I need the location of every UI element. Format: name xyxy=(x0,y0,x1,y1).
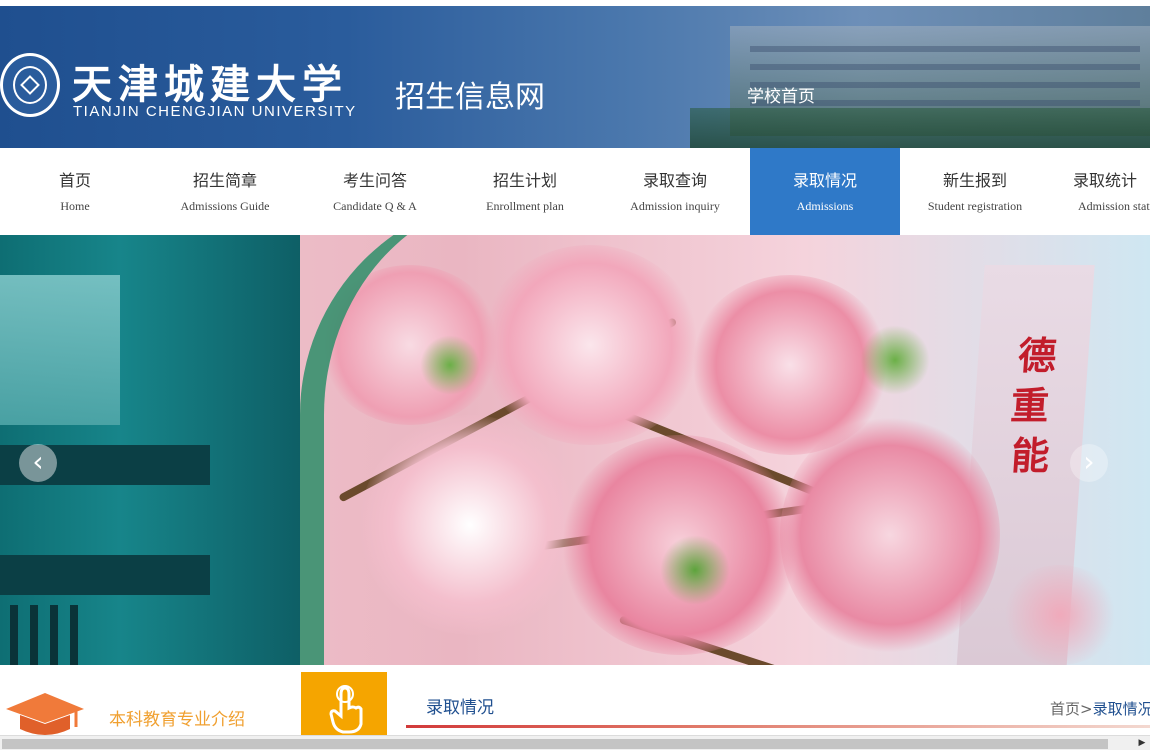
university-seal-icon[interactable] xyxy=(0,53,60,117)
sign-char: 能 xyxy=(1009,433,1051,478)
pointing-hand-icon xyxy=(329,685,363,734)
section-divider xyxy=(406,725,1150,728)
nav-item-home[interactable]: 首页 Home xyxy=(0,148,150,235)
hero-carousel[interactable]: 德 重 能 ‹ › xyxy=(0,235,1150,665)
carousel-prev-button[interactable]: ‹ xyxy=(19,444,57,482)
section-title: 录取情况 xyxy=(426,698,494,718)
nav-label-cn: 首页 xyxy=(58,171,91,190)
nav-item-candidate-qa[interactable]: 考生问答 Candidate Q & A xyxy=(300,148,450,235)
carousel-next-button[interactable]: › xyxy=(1070,444,1108,482)
main-nav: 首页 Home 招生简章 Admissions Guide 考生问答 Candi… xyxy=(0,148,1150,235)
content-section: 本科教育专业介绍 录取情况 首页>录取情况 xyxy=(0,665,1150,735)
nav-item-enrollment-plan[interactable]: 招生计划 Enrollment plan xyxy=(450,148,600,235)
site-header: 天津城建大学 TIANJIN CHENGJIAN UNIVERSITY 招生信息… xyxy=(0,6,1150,148)
breadcrumb-home-link[interactable]: 首页 xyxy=(1050,700,1080,718)
nav-label-cn: 招生简章 xyxy=(192,171,257,190)
nav-label-en: Candidate Q & A xyxy=(333,199,417,213)
nav-label-en: Admission statist xyxy=(1078,199,1150,213)
university-name-cn[interactable]: 天津城建大学 xyxy=(72,52,348,110)
major-intro-link[interactable]: 本科教育专业介绍 xyxy=(109,705,245,730)
arch-railing xyxy=(300,235,560,665)
nav-label-cn: 招生计划 xyxy=(492,171,557,190)
nav-label-en: Admissions Guide xyxy=(180,199,270,213)
sign-char: 德 xyxy=(1016,333,1058,378)
nav-label-cn: 录取情况 xyxy=(792,171,857,190)
site-title: 招生信息网 xyxy=(395,80,545,115)
nav-label-en: Admissions xyxy=(796,199,854,213)
nav-label-en: Admission inquiry xyxy=(630,199,720,213)
nav-label-cn: 录取统计 xyxy=(1072,171,1137,190)
nav-label-cn: 新生报到 xyxy=(942,171,1007,190)
sign-char: 重 xyxy=(1009,383,1051,428)
quick-access-button[interactable] xyxy=(301,672,387,735)
nav-item-admission-inquiry[interactable]: 录取查询 Admission inquiry xyxy=(600,148,750,235)
breadcrumb-current: 录取情况 xyxy=(1092,700,1150,718)
nav-label-en: Student registration xyxy=(927,199,1023,213)
breadcrumb-separator: > xyxy=(1080,700,1093,718)
horizontal-scrollbar[interactable]: ▶ xyxy=(0,735,1150,750)
nav-item-admissions-guide[interactable]: 招生简章 Admissions Guide xyxy=(150,148,300,235)
graduation-cap-icon xyxy=(6,693,84,735)
breadcrumb: 首页>录取情况 xyxy=(1050,698,1150,719)
nav-label-en: Home xyxy=(60,199,90,213)
chevron-left-icon: ‹ xyxy=(32,445,44,478)
nav-label-cn: 考生问答 xyxy=(342,171,407,190)
scrollbar-thumb[interactable] xyxy=(2,739,1108,749)
nav-label-cn: 录取查询 xyxy=(642,171,707,190)
nav-item-student-registration[interactable]: 新生报到 Student registration xyxy=(900,148,1050,235)
university-name-en[interactable]: TIANJIN CHENGJIAN UNIVERSITY xyxy=(73,103,357,120)
nav-item-admissions[interactable]: 录取情况 Admissions xyxy=(750,148,900,235)
school-home-link[interactable]: 学校首页 xyxy=(747,82,815,107)
chevron-right-icon: › xyxy=(1083,445,1095,478)
header-trees xyxy=(690,108,1150,148)
nav-label-en: Enrollment plan xyxy=(486,199,564,213)
scroll-right-icon[interactable]: ▶ xyxy=(1136,737,1148,749)
nav-item-admission-statistics[interactable]: 录取统计 Admission statist xyxy=(1050,148,1150,235)
